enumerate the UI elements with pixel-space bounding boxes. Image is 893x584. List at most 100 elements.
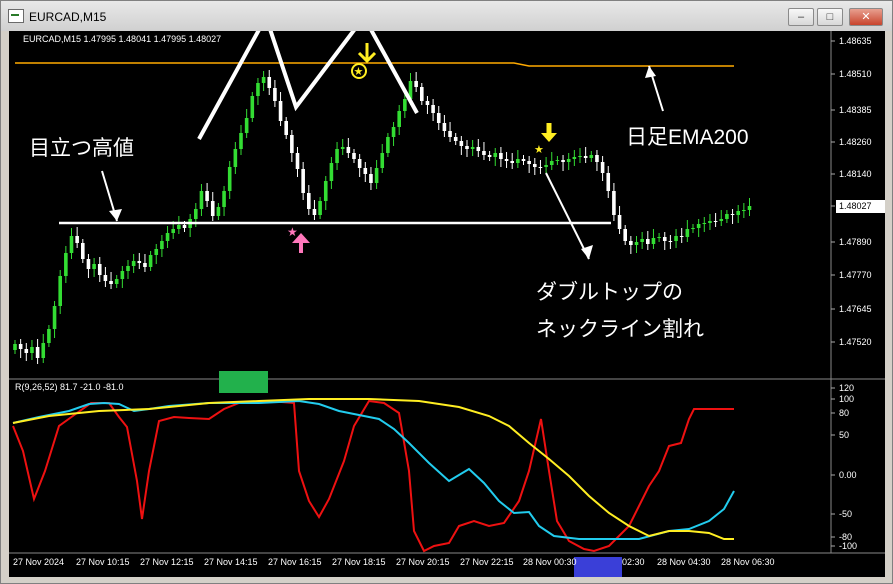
candle [18, 339, 23, 358]
candle [24, 343, 29, 361]
chart-canvas[interactable]: ★ ★ ★ [9, 31, 885, 577]
candle [459, 136, 464, 155]
candle [465, 140, 469, 157]
candle [589, 151, 594, 162]
time-label: 28 Nov 06:30 [721, 557, 775, 567]
minimize-button[interactable]: – [788, 8, 814, 26]
candle [583, 147, 588, 163]
candle [35, 339, 40, 364]
indicator-label: 50 [839, 430, 850, 440]
candle [493, 148, 498, 166]
candle [623, 225, 627, 245]
current-price-label: 1.48027 [836, 200, 885, 213]
candle [555, 156, 560, 165]
candle [725, 210, 729, 223]
signal-star-1: ★ [354, 65, 364, 78]
candle [86, 254, 91, 278]
candle [30, 340, 34, 360]
price-label: 1.47520 [839, 337, 872, 347]
time-label: 28 Nov 04:30 [657, 557, 711, 567]
title-bar[interactable]: EURCAD,M15 – □ ✕ [1, 1, 892, 31]
chart-area[interactable]: ★ ★ ★ EURCAD,M15 1.47995 1.48041 1.47995… [9, 31, 885, 577]
candle [120, 266, 125, 288]
candle [58, 270, 62, 314]
candle [606, 166, 611, 198]
candle [126, 260, 130, 279]
candle [499, 147, 503, 167]
time-label: 27 Nov 22:15 [460, 557, 514, 567]
candle [64, 246, 68, 283]
candle [160, 235, 164, 257]
signal-star-3: ★ [287, 225, 298, 239]
ema-line [15, 62, 734, 67]
candle [482, 142, 486, 160]
candle [369, 167, 373, 190]
candle [719, 210, 724, 226]
time-label: 27 Nov 16:15 [268, 557, 322, 567]
candle [533, 158, 537, 175]
double-top-outline [197, 31, 419, 140]
candle [222, 186, 226, 216]
sell-signal-arrow-2 [541, 123, 557, 142]
time-label: 27 Nov 12:15 [140, 557, 194, 567]
candle [640, 232, 644, 249]
candle [578, 148, 582, 163]
candle [346, 138, 351, 158]
candle [340, 139, 345, 155]
time-label: 27 Nov 2024 [13, 557, 65, 567]
candle [679, 228, 684, 243]
candle [13, 340, 17, 354]
close-button[interactable]: ✕ [849, 8, 883, 26]
candle [357, 154, 362, 177]
candle [730, 209, 735, 224]
candle [561, 155, 565, 171]
symbol-info: EURCAD,M15 1.47995 1.48041 1.47995 1.480… [23, 34, 222, 44]
candle [47, 325, 51, 347]
indicator-label: 80 [839, 408, 850, 418]
candle [295, 147, 300, 177]
candle [436, 106, 441, 130]
annotation-double-top-2: ネックライン割れ [536, 318, 704, 341]
candle [651, 229, 656, 249]
candle [431, 99, 435, 121]
candle [318, 197, 322, 219]
candle [476, 139, 481, 157]
price-ticks [831, 40, 835, 343]
candle [380, 144, 385, 173]
candle [216, 203, 221, 220]
candle [397, 105, 401, 135]
candle [290, 130, 294, 162]
candle [188, 214, 192, 237]
candle [177, 216, 181, 234]
candle [657, 233, 661, 242]
indicator-info: R(9,26,52) 81.7 -21.0 -81.0 [15, 382, 124, 392]
candle [453, 133, 458, 145]
candle [510, 153, 514, 169]
candle [448, 122, 452, 142]
candle [114, 275, 119, 288]
indicator-ticks [831, 387, 835, 547]
price-label: 1.48385 [839, 105, 872, 115]
candle [81, 239, 85, 263]
indicator-label: 100 [839, 394, 855, 404]
candle [374, 160, 379, 189]
candle [538, 160, 543, 174]
candle [131, 254, 136, 273]
candle [363, 162, 368, 182]
terminal-window: EURCAD,M15 – □ ✕ ★ ★ ★ EURCAD,M15 1.4799… [0, 0, 893, 584]
window-title: EURCAD,M15 [29, 10, 107, 24]
blue-marker [574, 557, 622, 577]
indicator-red-line [12, 399, 734, 553]
candle [261, 71, 266, 91]
annotation-double-top-1: ダブルトップの [536, 281, 683, 304]
annotation-ema: 日足EMA200 [626, 126, 749, 149]
candle [470, 140, 475, 156]
candle [521, 155, 526, 165]
candle [386, 133, 390, 157]
time-label: 27 Nov 18:15 [332, 557, 386, 567]
candle [97, 257, 102, 282]
maximize-button[interactable]: □ [817, 8, 843, 26]
candle [256, 78, 260, 105]
candle [504, 152, 509, 168]
price-label: 1.47770 [839, 270, 872, 280]
